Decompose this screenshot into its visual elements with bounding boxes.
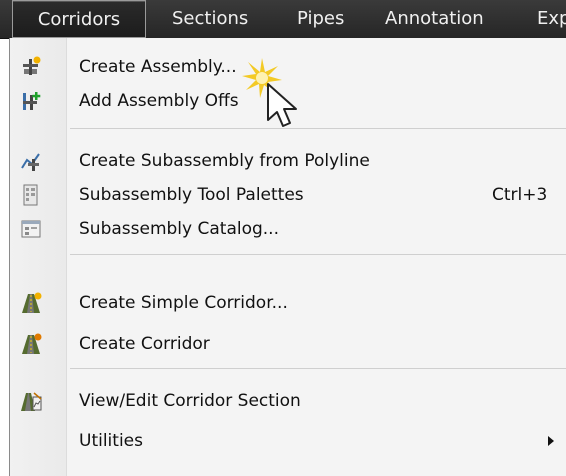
menu-item-label: Create Assembly...: [79, 57, 237, 77]
menu-item-label: Subassembly Tool Palettes: [79, 185, 304, 205]
menu-item-label: Create Corridor: [79, 334, 210, 354]
menu-bar: Corridors Sections Pipes Annotation Exp: [0, 0, 566, 39]
menu-sections[interactable]: Sections: [172, 0, 248, 38]
submenu-arrow-icon: [548, 436, 554, 446]
corridor-icon: [20, 333, 42, 355]
catalog-icon: [20, 218, 42, 240]
subassembly-polyline-icon: [20, 150, 42, 172]
menu-item-subassembly-tool-palettes[interactable]: Subassembly Tool Palettes Ctrl+3: [10, 178, 566, 212]
menu-item-utilities[interactable]: Utilities: [10, 424, 566, 458]
tool-palettes-icon: [20, 184, 42, 206]
menu-item-view-edit-corridor-section[interactable]: View/Edit Corridor Section: [10, 384, 566, 418]
create-assembly-icon: [20, 56, 42, 78]
menu-item-label: Subassembly Catalog...: [79, 219, 279, 239]
mouse-cursor-icon: [240, 58, 310, 138]
menu-exp[interactable]: Exp: [537, 0, 566, 38]
application-frame: Corridors Sections Pipes Annotation Exp …: [0, 0, 566, 476]
menu-separator: [70, 254, 566, 255]
menu-separator: [70, 128, 566, 129]
menu-separator: [70, 368, 566, 369]
menu-corridors[interactable]: Corridors: [12, 0, 146, 38]
menu-item-subassembly-catalog[interactable]: Subassembly Catalog...: [10, 212, 566, 246]
menu-item-create-corridor[interactable]: Create Corridor: [10, 327, 566, 361]
corridor-section-icon: [20, 390, 42, 412]
shortcut-text: Ctrl+3: [492, 185, 548, 205]
simple-corridor-icon: [20, 292, 42, 314]
menu-item-label: Add Assembly Offs: [79, 91, 239, 111]
menu-item-create-simple-corridor[interactable]: Create Simple Corridor...: [10, 286, 566, 320]
menu-item-label: Create Simple Corridor...: [79, 293, 288, 313]
menu-pipes[interactable]: Pipes: [297, 0, 344, 38]
menu-item-label: Utilities: [79, 431, 143, 451]
menu-item-label: View/Edit Corridor Section: [79, 391, 301, 411]
menu-item-label: Create Subassembly from Polyline: [79, 151, 370, 171]
menu-item-create-subassembly-from-polyline[interactable]: Create Subassembly from Polyline: [10, 144, 566, 178]
menu-annotation[interactable]: Annotation: [385, 0, 484, 38]
add-assembly-offset-icon: [20, 90, 42, 112]
